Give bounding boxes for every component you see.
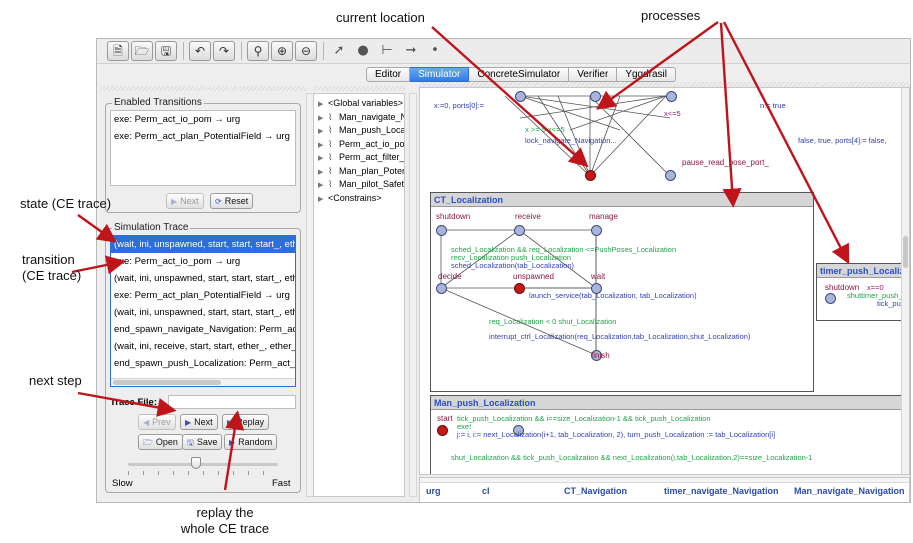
arrow-replay xyxy=(223,410,245,491)
annotation-current-location: current location xyxy=(336,10,425,25)
arrow-process-2 xyxy=(719,22,742,208)
arrow-next-step xyxy=(77,391,177,417)
annotation-transition-line1: transition xyxy=(22,252,75,267)
annotation-arrows xyxy=(71,21,850,491)
annotation-replay-line2: whole CE trace xyxy=(180,521,270,536)
annotation-replay-line1: replay the xyxy=(196,505,254,520)
annotation-transition-line2: (CE trace) xyxy=(22,268,82,283)
arrow-process-3 xyxy=(722,21,850,265)
annotation-next-step: next step xyxy=(29,373,82,388)
arrow-current-location xyxy=(431,26,589,168)
annotation-state: state (CE trace) xyxy=(20,196,112,211)
arrow-state xyxy=(77,214,117,243)
annotation-processes: processes xyxy=(641,8,701,23)
arrow-process-1 xyxy=(596,21,719,110)
